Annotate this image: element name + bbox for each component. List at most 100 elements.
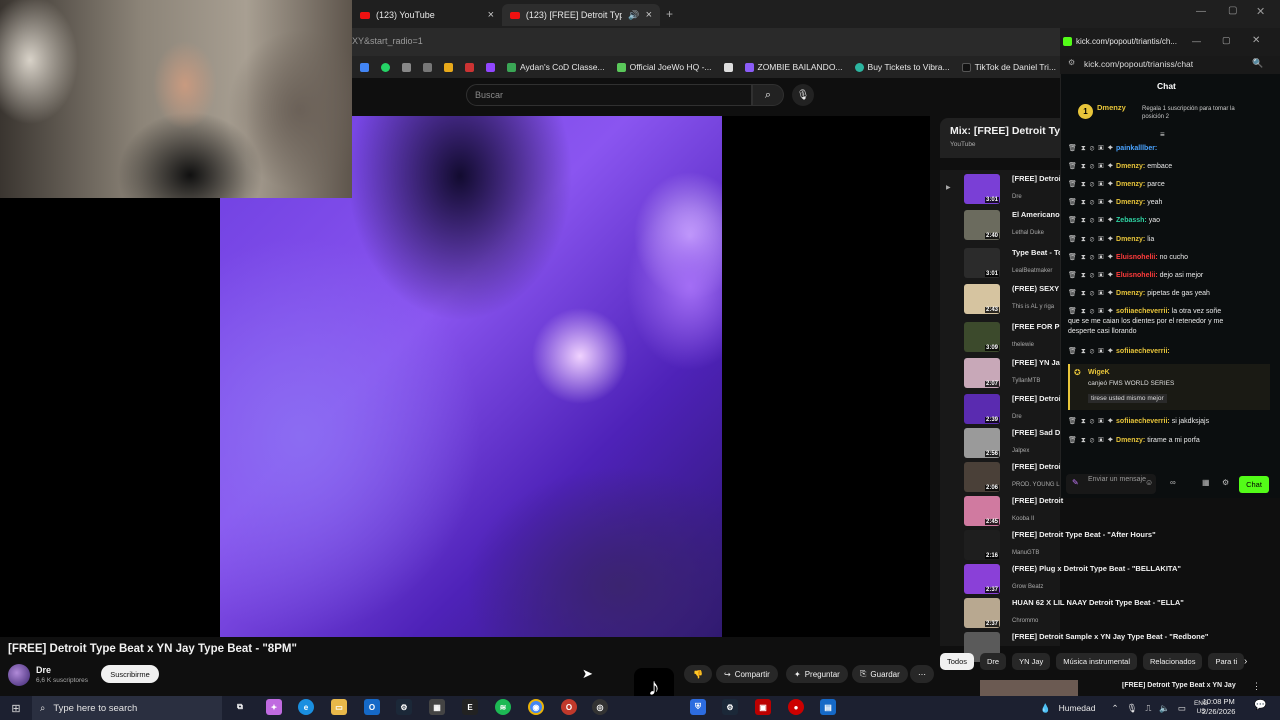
playlist-thumbnail[interactable]: 3:09 [964,322,1000,352]
playlist-thumbnail[interactable]: 2:45 [964,496,1000,526]
moderator-badges-icon[interactable]: 🗑 ⧗ ⊘ ▣ ✦ [1068,216,1114,225]
emoji-icon[interactable]: ☺ [1145,478,1153,487]
weather-label[interactable]: Humedad [1059,703,1096,713]
file-explorer-icon[interactable]: ▭ [331,699,347,715]
search-input[interactable]: Buscar [466,84,752,106]
dislike-button[interactable]: 👎 [684,665,712,683]
redeem-user[interactable]: WigeK [1088,369,1110,376]
playlist-item[interactable]: 2:37 HUAN 62 X LIL NAAY Detroit Type Beat… [940,596,1270,630]
taskbar-search[interactable]: ⌕ Type here to search [32,696,222,720]
moderator-badges-icon[interactable]: 🗑 ⧗ ⊘ ▣ ✦ [1068,271,1114,280]
playlist-thumbnail[interactable]: 3:01 [964,248,1000,278]
playlist-title[interactable]: Mix: [FREE] Detroit Type [950,125,1072,137]
close-window-icon[interactable]: ✕ [1256,5,1265,18]
minimize-icon[interactable]: — [1192,36,1201,46]
recorder-icon[interactable]: ● [788,699,804,715]
bookmark-item[interactable]: TikTok de Daniel Tri... [961,62,1056,72]
filter-icon[interactable]: ≡ [1160,130,1165,139]
chat-username[interactable]: sofiiaecheverrii: [1116,308,1170,315]
moderator-badges-icon[interactable]: 🗑 ⧗ ⊘ ▣ ✦ [1068,436,1114,445]
playlist-thumbnail[interactable]: 2:07 [964,358,1000,388]
maximize-icon[interactable]: ▢ [1228,5,1237,16]
bookmark-icon[interactable] [360,62,369,72]
channel-name[interactable]: Dre [36,665,51,675]
filter-chip[interactable]: Relacionados [1143,653,1203,670]
chat-username[interactable]: Zebassh: [1116,217,1147,224]
moderator-badges-icon[interactable]: 🗑 ⧗ ⊘ ▣ ✦ [1068,235,1114,244]
channel-avatar[interactable] [8,664,30,686]
chat-input[interactable]: Enviar un mensaje [1066,474,1156,494]
chevron-up-icon[interactable]: ⌃ [1111,703,1118,714]
bookmark-item[interactable]: ZOMBIE BAILANDO... [744,62,843,72]
battery-icon[interactable]: ▭ [1178,703,1186,714]
next-up-title[interactable]: [FREE] Detroit Type Beat x YN Jay [1122,682,1242,689]
next-up-thumbnail[interactable] [980,680,1078,696]
chat-username[interactable]: sofiiaecheverrii: [1116,418,1170,425]
pinned-user[interactable]: Dmenzy [1097,103,1126,112]
filter-chip[interactable]: Para ti [1208,653,1245,670]
new-tab-icon[interactable]: + [666,7,673,21]
copilot-icon[interactable]: ✦ [266,699,282,715]
url-text[interactable]: XY&start_radio=1 [352,36,423,46]
chevron-right-icon[interactable]: › [1244,656,1247,667]
chat-username[interactable]: sofiiaecheverrii: [1116,348,1170,355]
bookmark-item[interactable]: Official JoeWo HQ -... [616,62,712,72]
kick-url[interactable]: kick.com/popout/trianiss/chat [1084,59,1193,69]
bookmark-icon[interactable] [444,62,453,72]
app-icon[interactable]: ▣ [755,699,771,715]
playlist-thumbnail[interactable]: 2:39 [964,394,1000,424]
close-icon[interactable]: × [488,9,494,21]
chat-username[interactable]: Dmenzy: [1116,437,1145,444]
zoom-icon[interactable]: 🔍 [1252,58,1263,69]
bookmark-icon[interactable] [423,62,432,72]
moderator-badges-icon[interactable]: 🗑 ⧗ ⊘ ▣ ✦ [1068,180,1114,189]
playlist-item-title[interactable]: [FREE] Detroit Sample x YN Jay Type Beat… [1012,632,1272,641]
microphone-icon[interactable]: 🎙 [1127,703,1138,714]
moderator-badges-icon[interactable]: 🗑 ⧗ ⊘ ▣ ✦ [1068,307,1114,316]
chat-username[interactable]: Eluisnohelii: [1116,254,1158,261]
playlist-thumbnail[interactable]: 2:37 [964,564,1000,594]
chat-username[interactable]: Dmenzy: [1116,163,1145,170]
tab-video[interactable]: (123) [FREE] Detroit Type Be 🔊 × [502,4,660,26]
playlist-thumbnail[interactable]: 2:06 [964,462,1000,492]
subscribe-button[interactable]: Suscribirme [101,665,159,683]
minimize-icon[interactable]: — [1196,6,1206,17]
chat-username[interactable]: Eluisnohelii: [1116,272,1158,279]
moderator-badges-icon[interactable]: 🗑 ⧗ ⊘ ▣ ✦ [1068,198,1114,207]
moderator-badges-icon[interactable]: 🗑 ⧗ ⊘ ▣ ✦ [1068,347,1114,356]
security-icon[interactable]: ⛨ [690,699,706,715]
search-button[interactable]: ⌕ [752,84,784,106]
filter-chip[interactable]: Música instrumental [1056,653,1137,670]
more-button[interactable]: ⋯ [910,665,934,683]
ask-button[interactable]: ✦ Preguntar [786,665,848,683]
store-icon[interactable]: ▦ [1202,478,1210,487]
bookmark-item[interactable]: Aydan's CoD Classe... [507,62,605,72]
close-icon[interactable]: ✕ [1252,35,1260,46]
playlist-item[interactable]: 2:45 [FREE] Detroit Kooba II [940,494,1270,528]
edge-icon[interactable]: e [298,699,314,715]
playlist-thumbnail[interactable]: 2:56 [964,428,1000,458]
moderator-badges-icon[interactable]: 🗑 ⧗ ⊘ ▣ ✦ [1068,417,1114,426]
mic-button[interactable]: 🎙 [792,84,814,106]
send-chat-button[interactable]: Chat [1239,476,1269,493]
chat-username[interactable]: Dmenzy: [1116,181,1145,188]
app-icon[interactable]: ▤ [820,699,836,715]
moderator-badges-icon[interactable]: 🗑 ⧗ ⊘ ▣ ✦ [1068,144,1114,153]
moderator-badges-icon[interactable]: 🗑 ⧗ ⊘ ▣ ✦ [1068,289,1114,298]
chat-username[interactable]: Dmenzy: [1116,236,1145,243]
bookmark-icon[interactable] [723,62,733,72]
volume-icon[interactable]: 🔈 [1159,703,1170,714]
filter-chip[interactable]: YN Jay [1012,653,1051,670]
bookmark-icon[interactable] [465,62,474,72]
site-info-icon[interactable]: ⚙ [1068,58,1075,67]
playlist-thumbnail[interactable]: 2:16 [964,530,1000,560]
save-button[interactable]: ⎘ Guardar [852,665,908,683]
playlist-item-title[interactable]: HUAN 62 X LIL NAAY Detroit Type Beat - "… [1012,598,1272,607]
more-icon[interactable]: ⋮ [1252,681,1261,692]
points-icon[interactable]: ∞ [1170,478,1176,487]
steam-icon[interactable]: ⚙ [722,699,738,715]
start-button[interactable]: ⊞ [0,696,32,720]
playlist-item-title[interactable]: (FREE) Plug x Detroit Type Beat - "BELLA… [1012,564,1272,573]
obs-icon[interactable]: ◎ [592,699,608,715]
chat-username[interactable]: Dmenzy: [1116,199,1145,206]
